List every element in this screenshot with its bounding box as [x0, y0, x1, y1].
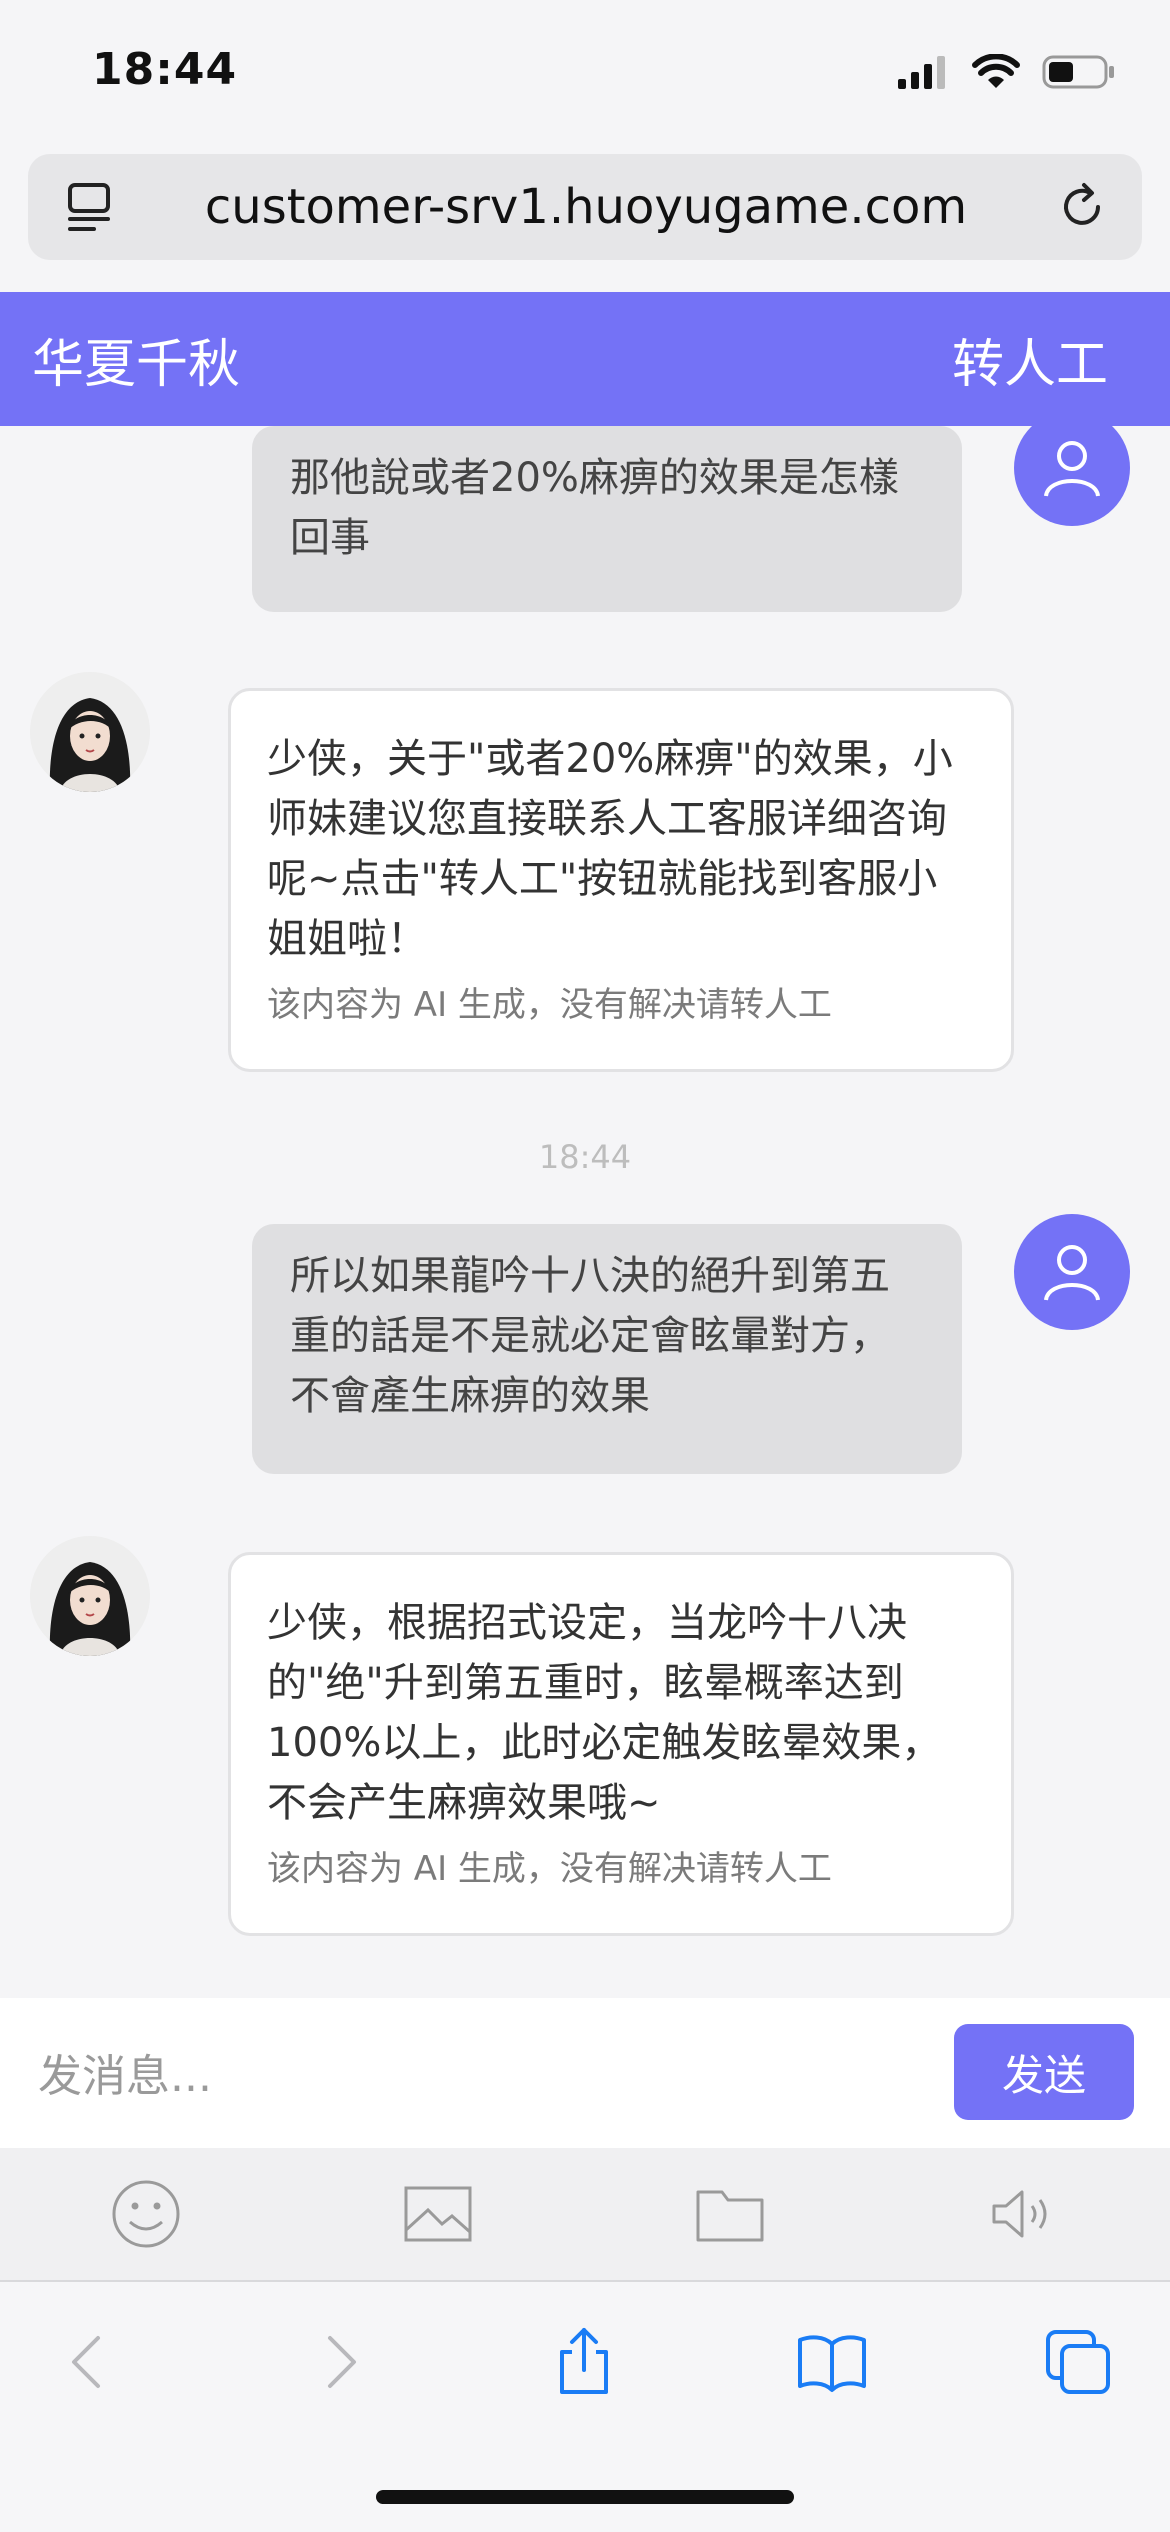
home-indicator: [376, 2490, 794, 2504]
battery-icon: [1042, 55, 1114, 89]
image-icon[interactable]: [402, 2178, 474, 2250]
bookmarks-icon[interactable]: [796, 2326, 868, 2398]
page-menu-icon[interactable]: [60, 177, 120, 237]
ai-disclaimer: 该内容为 AI 生成，没有解决请转人工: [267, 1849, 832, 1889]
ai-disclaimer: 该内容为 AI 生成，没有解决请转人工: [267, 985, 832, 1025]
bot-message: 少侠，根据招式设定，当龙吟十八决的"绝"升到第五重时，眩晕概率达到100%以上，…: [228, 1552, 1014, 1936]
game-title: 华夏千秋: [32, 334, 241, 395]
message-text: 少侠，关于"或者20%麻痹"的效果，小师妹建议您直接联系人工客服详细咨询呢~点击…: [267, 736, 953, 962]
bot-message: 少侠，关于"或者20%麻痹"的效果，小师妹建议您直接联系人工客服详细咨询呢~点击…: [228, 688, 1014, 1072]
message-input[interactable]: 发消息...: [38, 2040, 212, 2104]
speaker-icon[interactable]: [986, 2178, 1058, 2250]
bot-avatar: [30, 1536, 150, 1656]
message-text: 所以如果龍吟十八決的絕升到第五重的話是不是就必定會眩暈對方，不會產生麻痹的效果: [290, 1253, 890, 1419]
send-button[interactable]: 发送: [954, 2024, 1134, 2120]
message-text: 那他說或者20%麻痹的效果是怎樣回事: [290, 455, 899, 561]
chat-timestamp: 18:44: [538, 1138, 632, 1176]
share-icon[interactable]: [548, 2326, 620, 2398]
user-icon: [1044, 1245, 1100, 1301]
forward-icon[interactable]: [304, 2326, 376, 2398]
back-icon[interactable]: [52, 2326, 124, 2398]
bot-avatar: [30, 672, 150, 792]
assistant-portrait-icon: [30, 672, 150, 792]
chat-header: 华夏千秋 转人工: [0, 292, 1170, 426]
url-text[interactable]: customer-srv1.huoyugame.com: [120, 179, 1052, 235]
user-avatar: [1014, 1214, 1130, 1330]
status-time: 18:44: [92, 44, 238, 95]
url-bar[interactable]: customer-srv1.huoyugame.com: [28, 154, 1142, 260]
assistant-portrait-icon: [30, 1536, 150, 1656]
emoji-icon[interactable]: [110, 2178, 182, 2250]
message-text: 少侠，根据招式设定，当龙吟十八决的"绝"升到第五重时，眩晕概率达到100%以上，…: [267, 1600, 942, 1826]
user-message: 那他說或者20%麻痹的效果是怎樣回事: [252, 426, 962, 612]
user-avatar: [1014, 410, 1130, 526]
reload-icon[interactable]: [1052, 177, 1112, 237]
wifi-icon: [972, 54, 1020, 88]
tabs-icon[interactable]: [1042, 2326, 1114, 2398]
folder-icon[interactable]: [694, 2178, 766, 2250]
user-message: 所以如果龍吟十八決的絕升到第五重的話是不是就必定會眩暈對方，不會產生麻痹的效果: [252, 1224, 962, 1474]
status-icons: [898, 52, 1116, 92]
cellular-signal-icon: [898, 56, 945, 89]
user-icon: [1044, 441, 1100, 497]
transfer-to-human-button[interactable]: 转人工: [952, 322, 1108, 397]
